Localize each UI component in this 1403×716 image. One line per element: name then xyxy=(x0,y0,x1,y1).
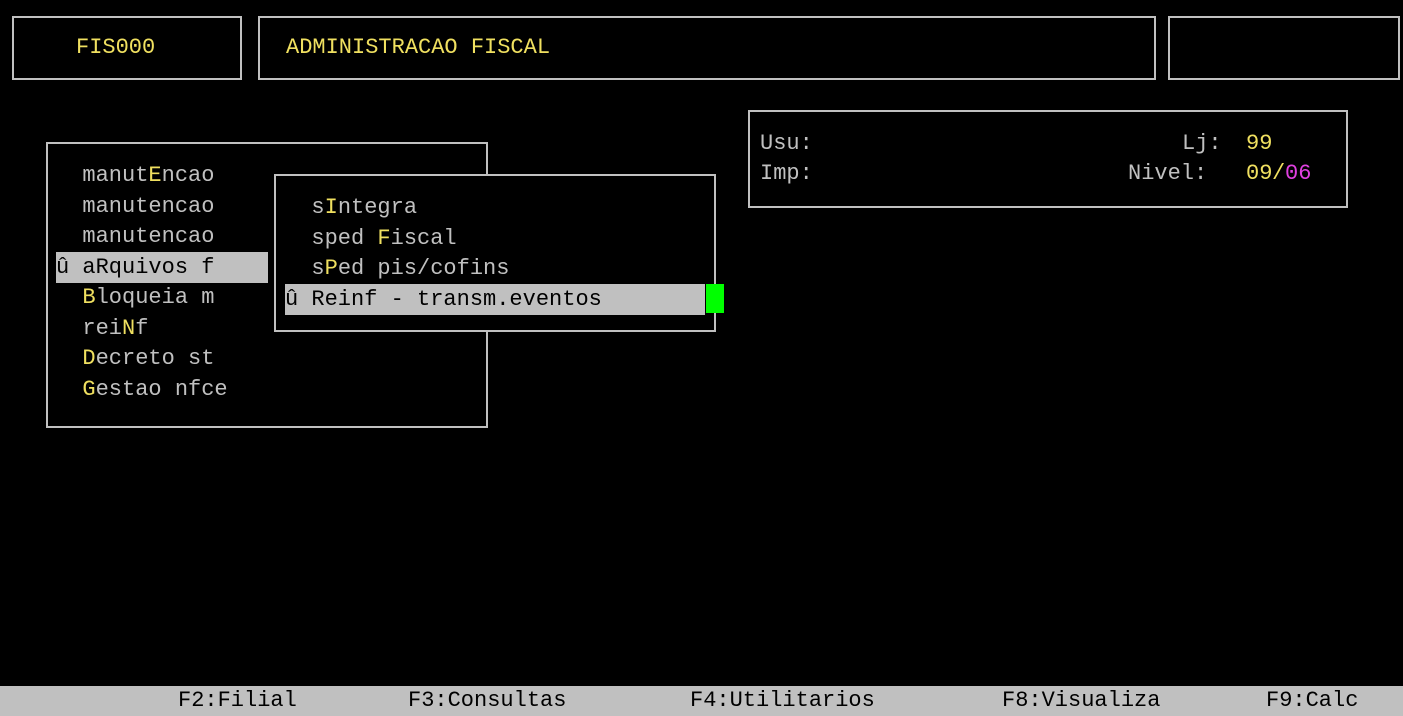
main-menu-item-text: f xyxy=(135,315,149,341)
main-menu-item[interactable]: û aRquivos f xyxy=(56,251,268,283)
main-menu-item-hotkey: D xyxy=(82,346,96,371)
title-box: ADMINISTRACAO FISCAL xyxy=(258,16,1156,80)
nivel-value-1: 09 xyxy=(1246,161,1273,186)
main-menu-item[interactable]: manutencao xyxy=(56,191,214,222)
sub-menu-item-text: s xyxy=(285,195,325,220)
function-key[interactable]: F4:Utilitarios xyxy=(690,686,875,716)
nivel-label: Nivel: xyxy=(1128,161,1208,186)
main-menu-item-text xyxy=(56,285,82,310)
nivel-separator: / xyxy=(1272,161,1286,186)
function-key[interactable]: F3:Consultas xyxy=(408,686,566,716)
sub-menu-item[interactable]: sIntegra xyxy=(285,192,417,223)
main-menu-item[interactable]: manutEncao xyxy=(56,160,214,191)
main-menu-item-text: ecreto st xyxy=(95,346,215,371)
sub-menu-item-text: û Reinf - transm.eventos xyxy=(285,286,602,312)
main-menu-item[interactable]: Gestao nfce xyxy=(56,374,228,405)
sub-menu-item[interactable]: sped Fiscal xyxy=(285,223,457,254)
header-right-box xyxy=(1168,16,1400,80)
function-key[interactable]: F2:Filial xyxy=(178,686,297,716)
main-menu-item-text: loqueia m xyxy=(95,285,215,310)
sub-menu-item-text: sped xyxy=(285,225,378,251)
main-menu-item-text: û aRquivos f xyxy=(56,254,215,280)
user-info-panel: Usu: Imp: Lj: 99 Nivel: 09 / 06 xyxy=(748,110,1348,208)
sub-menu-item[interactable]: û Reinf - transm.eventos xyxy=(285,283,705,315)
program-code: FIS000 xyxy=(76,35,156,60)
program-code-box: FIS000 xyxy=(12,16,242,80)
text-cursor xyxy=(706,284,724,313)
sub-menu-item-text: ed pis/cofins xyxy=(337,256,510,281)
main-menu-item-hotkey: G xyxy=(82,376,96,402)
main-menu-item-text xyxy=(56,377,82,402)
function-key-bar: F2:Filial F3:Consultas F4:Utilitarios F8:Vi… xyxy=(0,686,1403,716)
main-menu-item[interactable]: reiNf xyxy=(56,313,148,344)
sub-menu-item-hotkey: I xyxy=(324,195,338,220)
main-menu-item[interactable]: Bloqueia m xyxy=(56,282,214,313)
main-menu-item[interactable]: Decreto st xyxy=(56,343,214,374)
nivel-value-2: 06 xyxy=(1285,161,1312,186)
sub-menu-item-text: s xyxy=(285,256,325,281)
main-menu-item-text: manutencao xyxy=(56,193,215,219)
lj-label: Lj: xyxy=(1182,131,1222,156)
main-menu-item-text: ncao xyxy=(161,163,215,188)
sub-menu-item-hotkey: F xyxy=(377,225,391,251)
page-title: ADMINISTRACAO FISCAL xyxy=(286,35,551,60)
main-menu-item-text: estao nfce xyxy=(95,376,228,402)
main-menu-item-text xyxy=(56,346,82,371)
main-menu-item-hotkey: E xyxy=(148,163,162,188)
sub-menu-item-text: iscal xyxy=(390,225,457,251)
main-menu-item-text: manut xyxy=(56,163,149,188)
lj-value: 99 xyxy=(1246,131,1273,156)
main-menu-item-hotkey: N xyxy=(122,315,136,341)
usu-label: Usu: xyxy=(760,131,813,156)
sub-menu-item-text: ntegra xyxy=(337,195,418,220)
function-key[interactable]: F8:Visualiza xyxy=(1002,686,1160,716)
function-key[interactable]: F9:Calc xyxy=(1266,686,1358,716)
main-menu-item-text: manutencao xyxy=(56,224,215,249)
main-menu-item-text: rei xyxy=(56,315,123,341)
sub-menu-item[interactable]: sPed pis/cofins xyxy=(285,253,509,284)
main-menu-item[interactable]: manutencao xyxy=(56,221,214,252)
imp-label: Imp: xyxy=(760,161,813,186)
sub-menu-item-hotkey: P xyxy=(324,256,338,281)
main-menu-item-hotkey: B xyxy=(82,285,96,310)
